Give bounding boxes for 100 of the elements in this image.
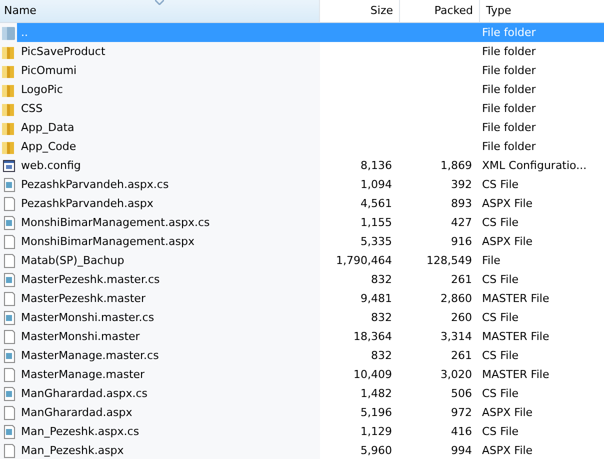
file-name: App_Code bbox=[21, 140, 76, 153]
file-row[interactable]: LogoPic File folder bbox=[17, 80, 604, 99]
file-row[interactable]: CSS File folder bbox=[17, 99, 604, 118]
file-row[interactable]: Matab(SP)_Bachup 1,790,464 128,549 File bbox=[17, 251, 604, 270]
packed-size: 994 bbox=[450, 444, 473, 457]
file-row[interactable]: MonshiBimarManagement.aspx 5,335 916 ASPX File bbox=[17, 232, 604, 251]
packed-size: 3,314 bbox=[440, 330, 473, 343]
packed-size: 2,860 bbox=[440, 292, 473, 305]
file-icon bbox=[1, 404, 17, 420]
file-size: 5,196 bbox=[360, 406, 393, 419]
file-name: CSS bbox=[21, 102, 43, 115]
file-size: 1,482 bbox=[360, 387, 393, 400]
file-row[interactable]: PicOmumi File folder bbox=[17, 61, 604, 80]
file-type: File folder bbox=[481, 102, 537, 115]
file-size: 832 bbox=[370, 349, 393, 362]
file-size: 1,155 bbox=[360, 216, 393, 229]
file-row[interactable]: MasterPezeshk.master.cs 832 261 CS File bbox=[17, 270, 604, 289]
file-name: .. bbox=[21, 26, 28, 39]
file-icon bbox=[1, 196, 17, 212]
file-row[interactable]: MasterPezeshk.master 9,481 2,860 MASTER File bbox=[17, 289, 604, 308]
packed-size: 416 bbox=[450, 425, 473, 438]
file-icon bbox=[1, 234, 17, 250]
packed-size: 972 bbox=[450, 406, 473, 419]
file-size: 832 bbox=[370, 311, 393, 324]
file-name: ManGharardad.aspx bbox=[21, 406, 132, 419]
code-file-icon bbox=[1, 348, 17, 364]
file-row[interactable]: MasterManage.master 10,409 3,020 MASTER File bbox=[17, 365, 604, 384]
packed-size: 3,020 bbox=[440, 368, 473, 381]
code-file-icon bbox=[1, 214, 17, 230]
file-row[interactable]: ManGharardad.aspx 5,196 972 ASPX File bbox=[17, 403, 604, 422]
file-name: LogoPic bbox=[21, 83, 63, 96]
file-size: 5,960 bbox=[360, 444, 393, 457]
file-type: MASTER File bbox=[481, 368, 550, 381]
file-name: PicOmumi bbox=[21, 64, 77, 77]
file-row[interactable]: MasterMonshi.master 18,364 3,314 MASTER File bbox=[17, 327, 604, 346]
file-type: CS File bbox=[481, 425, 520, 438]
file-size: 4,561 bbox=[360, 197, 393, 210]
file-row[interactable]: PezashkParvandeh.aspx 4,561 893 ASPX File bbox=[17, 194, 604, 213]
file-type: MASTER File bbox=[481, 330, 550, 343]
file-icon bbox=[1, 252, 17, 268]
packed-size: 260 bbox=[450, 311, 473, 324]
file-row[interactable]: web.config 8,136 1,869 XML Configuratio... bbox=[17, 156, 604, 175]
file-type: ASPX File bbox=[481, 444, 534, 457]
file-name: MasterManage.master bbox=[21, 368, 145, 381]
file-icon bbox=[1, 290, 17, 306]
file-name: MasterPezeshk.master.cs bbox=[21, 273, 160, 286]
file-row[interactable]: Man_Pezeshk.aspx 5,960 994 ASPX File bbox=[17, 441, 604, 459]
file-row[interactable]: ManGharardad.aspx.cs 1,482 506 CS File bbox=[17, 384, 604, 403]
file-type: File folder bbox=[481, 26, 537, 39]
file-size: 1,129 bbox=[360, 425, 393, 438]
file-row[interactable]: MasterManage.master.cs 832 261 CS File bbox=[17, 346, 604, 365]
file-name: Matab(SP)_Bachup bbox=[21, 254, 124, 267]
file-row[interactable]: Man_Pezeshk.aspx.cs 1,129 416 CS File bbox=[17, 422, 604, 441]
file-name: MonshiBimarManagement.aspx.cs bbox=[21, 216, 210, 229]
column-header[interactable]: Name bbox=[0, 0, 320, 22]
file-size: 8,136 bbox=[360, 159, 393, 172]
column-header[interactable]: Type bbox=[480, 0, 604, 22]
code-file-icon bbox=[1, 386, 17, 402]
file-icon bbox=[1, 442, 17, 458]
file-size: 1,790,464 bbox=[335, 254, 393, 267]
file-type: File folder bbox=[481, 121, 537, 134]
file-type: File folder bbox=[481, 64, 537, 77]
file-type: CS File bbox=[481, 349, 520, 362]
file-type: File folder bbox=[481, 45, 537, 58]
file-type: File folder bbox=[481, 83, 537, 96]
packed-size: 128,549 bbox=[426, 254, 473, 267]
file-icon bbox=[1, 328, 17, 344]
file-size: 9,481 bbox=[360, 292, 393, 305]
file-row[interactable]: PezashkParvandeh.aspx.cs 1,094 392 CS File bbox=[17, 175, 604, 194]
packed-size: 916 bbox=[450, 235, 473, 248]
folder-icon bbox=[1, 24, 17, 40]
file-type: CS File bbox=[481, 273, 520, 286]
file-size: 5,335 bbox=[360, 235, 393, 248]
file-name: MasterManage.master.cs bbox=[21, 349, 159, 362]
column-header[interactable]: Packed bbox=[400, 0, 480, 22]
packed-size: 261 bbox=[450, 273, 473, 286]
packed-size: 1,869 bbox=[440, 159, 473, 172]
file-type: CS File bbox=[481, 387, 520, 400]
packed-size: 893 bbox=[450, 197, 473, 210]
file-name: PicSaveProduct bbox=[21, 45, 106, 58]
file-type: File bbox=[481, 254, 502, 267]
file-type: File folder bbox=[481, 140, 537, 153]
file-size: 1,094 bbox=[360, 178, 393, 191]
file-name: PezashkParvandeh.aspx bbox=[21, 197, 154, 210]
file-row[interactable]: App_Data File folder bbox=[17, 118, 604, 137]
file-name: MasterPezeshk.master bbox=[21, 292, 146, 305]
file-row[interactable]: MasterMonshi.master.cs 832 260 CS File bbox=[17, 308, 604, 327]
file-row[interactable]: App_Code File folder bbox=[17, 137, 604, 156]
column-header[interactable]: Size bbox=[320, 0, 400, 22]
file-name: Man_Pezeshk.aspx.cs bbox=[21, 425, 140, 438]
file-row[interactable]: PicSaveProduct File folder bbox=[17, 42, 604, 61]
packed-size: 427 bbox=[450, 216, 473, 229]
file-type: XML Configuratio... bbox=[481, 159, 588, 172]
file-row[interactable]: MonshiBimarManagement.aspx.cs 1,155 427 CS File bbox=[17, 213, 604, 232]
file-icon bbox=[1, 366, 17, 382]
code-file-icon bbox=[1, 424, 17, 440]
packed-size: 392 bbox=[450, 178, 473, 191]
file-name: Man_Pezeshk.aspx bbox=[21, 444, 124, 457]
file-name: App_Data bbox=[21, 121, 74, 134]
file-type: CS File bbox=[481, 311, 520, 324]
